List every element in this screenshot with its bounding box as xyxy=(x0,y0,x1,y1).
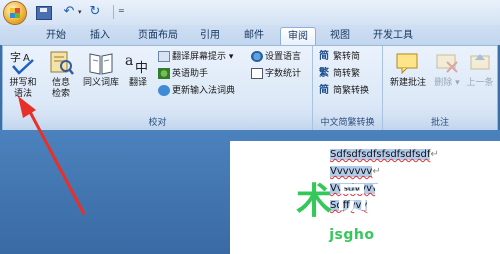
save-icon[interactable] xyxy=(36,6,52,20)
chinese-conversion-icon: 简 xyxy=(319,85,329,96)
convert-traditional-icon: 繁 xyxy=(319,68,329,79)
tab-developer[interactable]: 开发工具 xyxy=(364,27,422,45)
comments-group-label: 批注 xyxy=(383,116,497,130)
research-button[interactable]: 信息 检索 xyxy=(45,50,77,100)
ribbon-tab-bar: 开始 插入 页面布局 引用 邮件 审阅 视图 开发工具 xyxy=(0,25,500,46)
thesaurus-label: 同义词库 xyxy=(82,78,119,88)
proofing-group: 字 A 拼写和 语法 信息 检索 同义词库 a 中 翻译 翻译屏幕提示 ▾ 英语… xyxy=(3,46,313,130)
redo-icon[interactable]: ↻ xyxy=(88,5,102,18)
tab-insert[interactable]: 插入 xyxy=(82,27,118,45)
undo-icon[interactable]: ↶ xyxy=(62,5,76,18)
traditional-to-simplified-button[interactable]: 简繁转简 xyxy=(319,50,360,65)
translate-label: 翻译 xyxy=(128,78,147,88)
screentip-icon xyxy=(158,51,170,62)
previous-comment-button[interactable]: 上一条 xyxy=(465,50,495,89)
wm-url-pre: www. xyxy=(284,227,330,243)
wm-char: 术 xyxy=(296,181,335,222)
undo-dropdown-icon[interactable]: ▾ xyxy=(78,8,82,16)
translate-icon: a 中 xyxy=(125,53,148,76)
set-language-button[interactable]: 设置语言 xyxy=(251,50,301,65)
tab-view[interactable]: 视图 xyxy=(322,27,358,45)
update-dictionary-icon xyxy=(158,85,170,96)
translate-button[interactable]: a 中 翻译 xyxy=(123,50,153,89)
chinese-conversion-group: 简繁转简 繁简转繁 简简繁转换 中文简繁转换 xyxy=(313,46,383,130)
update-ime-label: 更新输入法词典 xyxy=(172,86,236,96)
proofing-group-label: 校对 xyxy=(3,116,312,130)
english-assistant-label: 英语助手 xyxy=(172,69,209,79)
doc-line-1-text: Sdfsdfsdfsfsdfsdfsdf xyxy=(330,149,431,160)
tab-home[interactable]: 开始 xyxy=(38,27,74,45)
svg-text:字: 字 xyxy=(10,50,21,64)
to-traditional-label: 简转繁 xyxy=(333,69,361,79)
to-simplified-label: 繁转简 xyxy=(333,52,361,62)
thesaurus-icon xyxy=(89,53,113,75)
qat-separator xyxy=(113,5,114,19)
tab-review[interactable]: 审阅 xyxy=(280,27,316,46)
research-label-2: 检索 xyxy=(51,89,70,99)
new-comment-icon xyxy=(396,53,418,75)
wm-url-mid: jsgho xyxy=(329,227,375,243)
watermark-title: 技术员联盟 xyxy=(258,183,448,221)
simplified-to-traditional-button[interactable]: 繁简转繁 xyxy=(319,67,360,82)
wm-url-post: .com xyxy=(374,227,415,243)
tab-mailings[interactable]: 邮件 xyxy=(236,27,272,45)
thesaurus-button[interactable]: 同义词库 xyxy=(81,50,121,89)
document-line-2[interactable]: Vvvvvvv↵ xyxy=(330,165,381,178)
spelling-grammar-button[interactable]: 字 A 拼写和 语法 xyxy=(7,50,39,100)
wm-char: 盟 xyxy=(410,181,449,222)
update-ime-dictionary-button[interactable]: 更新输入法词典 xyxy=(158,84,235,99)
english-assistant-button[interactable]: 英语助手 xyxy=(158,67,208,82)
comments-group: 新建批注 删除 ▾ 上一条 批注 xyxy=(383,46,497,130)
previous-comment-label: 上一条 xyxy=(466,78,494,88)
wm-char: 技 xyxy=(258,181,297,222)
research-label-1: 信息 xyxy=(51,78,70,88)
customize-qat-icon[interactable]: = xyxy=(118,6,125,15)
site-watermark: 技术员联盟 www.jsgho.com xyxy=(258,183,500,249)
paragraph-mark: ↵ xyxy=(372,166,381,177)
paragraph-mark: ↵ xyxy=(430,149,439,160)
spelling-check-icon: 字 A xyxy=(10,50,34,75)
set-language-label: 设置语言 xyxy=(265,52,302,62)
chinese-conversion-button[interactable]: 简简繁转换 xyxy=(319,84,369,99)
word-count-button[interactable]: 字数统计 xyxy=(251,67,301,82)
wm-char: 联 xyxy=(372,181,411,222)
delete-comment-label: 删除 xyxy=(434,78,453,88)
quick-access-toolbar: ↶ ▾ ↻ = xyxy=(0,0,500,25)
svg-text:中: 中 xyxy=(135,61,148,76)
english-assistant-icon xyxy=(158,68,170,79)
tab-references[interactable]: 引用 xyxy=(192,27,228,45)
spelling-label-2: 语法 xyxy=(13,89,32,99)
watermark-url: www.jsgho.com xyxy=(284,227,414,243)
chinese-conversion-group-label: 中文简繁转换 xyxy=(313,116,382,130)
document-line-1[interactable]: Sdfsdfsdfsfsdfsdfsdf↵ xyxy=(330,148,439,161)
word-count-icon xyxy=(251,68,263,79)
new-comment-button[interactable]: 新建批注 xyxy=(387,50,429,89)
office-logo-icon xyxy=(10,8,20,18)
translate-screentip-button[interactable]: 翻译屏幕提示 ▾ xyxy=(158,50,233,65)
spelling-label-1: 拼写和 xyxy=(9,78,37,88)
conversion-label: 简繁转换 xyxy=(333,86,370,96)
research-book-icon xyxy=(50,51,74,75)
delete-comment-icon xyxy=(436,54,458,73)
wm-char: 员 xyxy=(334,181,373,222)
convert-simplified-icon: 简 xyxy=(319,51,329,62)
previous-comment-icon xyxy=(470,54,490,70)
globe-icon xyxy=(251,51,263,62)
svg-text:a: a xyxy=(125,53,133,69)
translate-screentip-label: 翻译屏幕提示 xyxy=(172,52,227,62)
word-count-label: 字数统计 xyxy=(265,69,302,79)
word-window: ↶ ▾ ↻ = 开始 插入 页面布局 引用 邮件 审阅 视图 开发工具 字 A … xyxy=(0,0,500,254)
delete-comment-button[interactable]: 删除 ▾ xyxy=(431,50,463,89)
review-ribbon: 字 A 拼写和 语法 信息 检索 同义词库 a 中 翻译 翻译屏幕提示 ▾ 英语… xyxy=(2,45,498,130)
doc-line-2-text: Vvvvvvv xyxy=(330,166,373,177)
office-button[interactable] xyxy=(4,2,26,24)
tab-page-layout[interactable]: 页面布局 xyxy=(130,27,186,45)
new-comment-label: 新建批注 xyxy=(389,78,426,88)
